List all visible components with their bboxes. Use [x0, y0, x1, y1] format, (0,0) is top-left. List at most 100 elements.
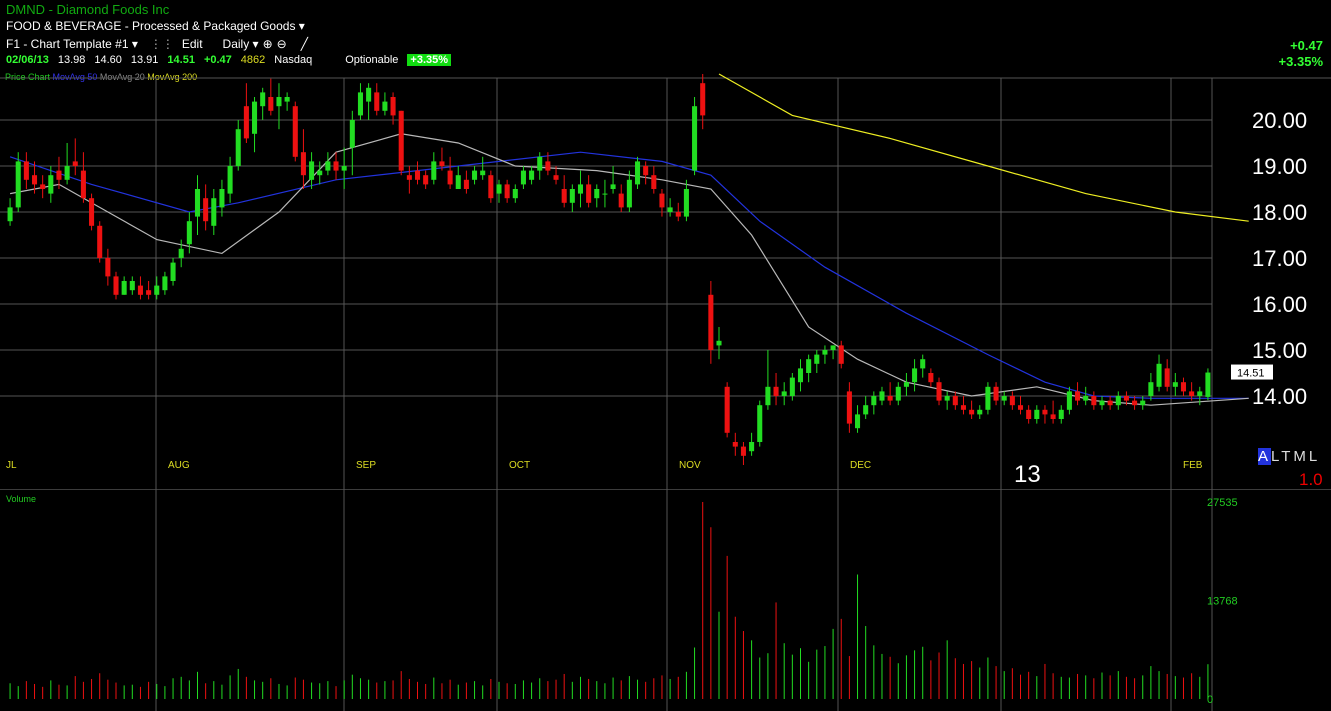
candle-body — [406, 175, 412, 180]
candle-body — [15, 161, 21, 208]
candle-body — [56, 170, 62, 180]
candle-body — [912, 368, 918, 383]
candle-body — [651, 175, 657, 189]
candle-body — [252, 101, 258, 134]
candle-body — [667, 207, 673, 212]
candle-body — [634, 161, 641, 185]
candle-body — [569, 189, 575, 203]
candle-body — [806, 359, 812, 373]
altml-rest: LTML — [1271, 448, 1321, 465]
price-chart[interactable]: 20.00 19.00 18.00 17.00 16.00 15.00 14.00 JL AUG… — [0, 0, 1331, 490]
candle-body — [186, 221, 192, 245]
candle-body — [97, 225, 103, 258]
candle-body — [137, 285, 143, 295]
candle-body — [211, 198, 217, 226]
candle-body — [993, 386, 999, 401]
candle-body — [390, 97, 396, 116]
candle-body — [683, 189, 689, 217]
candle-body — [1107, 400, 1113, 406]
candle-body — [863, 405, 869, 415]
month-tick-label: FEB — [1183, 460, 1203, 471]
candle-body — [960, 405, 966, 410]
candle-body — [1017, 405, 1024, 410]
altml-indicator[interactable]: ALTML — [1258, 448, 1320, 465]
volume-tick-label: 27535 — [1207, 497, 1238, 509]
candle-body — [194, 189, 201, 217]
candle-body — [284, 97, 290, 102]
candle-body — [920, 359, 926, 369]
month-tick-label: NOV — [679, 460, 701, 471]
volume-chart[interactable]: Volume 27535137680 — [0, 490, 1331, 711]
candle-body — [357, 92, 363, 116]
candle-body — [789, 377, 795, 396]
candle-body — [602, 193, 608, 195]
candle-body — [1172, 382, 1178, 387]
candle-body — [855, 414, 861, 429]
candle-body — [105, 258, 111, 277]
candle-body — [504, 184, 510, 199]
candle-body — [830, 345, 836, 350]
month-tick-label: AUG — [168, 460, 190, 471]
candle-body — [577, 184, 584, 194]
altml-a: A — [1258, 448, 1272, 465]
last-price-value: 14.51 — [1237, 368, 1265, 380]
candle-body — [439, 161, 445, 166]
candle-body — [64, 166, 70, 180]
month-tick-label: SEP — [356, 460, 376, 471]
candle-body — [455, 175, 461, 189]
candle-body — [31, 175, 38, 185]
candle-body — [317, 170, 323, 176]
candle-body — [529, 170, 535, 180]
candle-body — [48, 175, 54, 194]
candle-body — [985, 386, 991, 410]
candle-body — [129, 281, 135, 291]
candle-body — [1189, 391, 1195, 396]
candle-body — [512, 189, 518, 199]
candle-body — [162, 276, 168, 291]
candle-body — [1132, 400, 1138, 406]
candle-body — [382, 101, 388, 111]
candle-body — [952, 396, 958, 406]
candle-body — [488, 175, 494, 199]
candle-body — [1148, 382, 1154, 396]
candle-body — [268, 97, 274, 111]
candle-body — [325, 161, 331, 171]
candle-body — [732, 442, 738, 447]
candle-body — [349, 120, 355, 148]
candle-body — [1050, 414, 1056, 419]
candle-body — [423, 175, 429, 185]
candle-body — [1058, 409, 1064, 419]
candle-body — [496, 184, 502, 194]
candle-body — [276, 97, 282, 107]
price-tick-label: 20.00 — [1252, 108, 1307, 133]
candle-body — [341, 166, 347, 171]
candle-body — [300, 152, 306, 176]
candle-body — [121, 281, 127, 295]
price-tick-label: 17.00 — [1252, 246, 1307, 271]
candle-body — [398, 110, 404, 171]
candle-body — [716, 340, 722, 346]
candle-body — [447, 170, 453, 185]
candle-body — [414, 170, 421, 180]
candle-body — [561, 189, 567, 203]
price-tick-label: 18.00 — [1252, 200, 1307, 225]
candle-body — [977, 409, 983, 415]
candle-body — [765, 386, 771, 406]
candle-body — [724, 386, 730, 433]
candle-body — [227, 166, 233, 194]
candle-body — [643, 166, 649, 176]
candle-body — [40, 184, 46, 189]
price-tick-label: 19.00 — [1252, 154, 1307, 179]
price-tick-label: 16.00 — [1252, 292, 1307, 317]
candle-body — [659, 193, 665, 208]
candle-body — [1042, 409, 1048, 415]
candle-body — [1156, 363, 1162, 387]
candle-body — [1115, 396, 1121, 406]
candle-body — [545, 161, 551, 171]
candle-body — [740, 446, 746, 456]
month-tick-label: DEC — [850, 460, 871, 471]
candle-body — [219, 189, 225, 208]
candle-body — [871, 396, 877, 406]
candle-body — [700, 83, 706, 116]
candle-body — [1075, 391, 1081, 401]
